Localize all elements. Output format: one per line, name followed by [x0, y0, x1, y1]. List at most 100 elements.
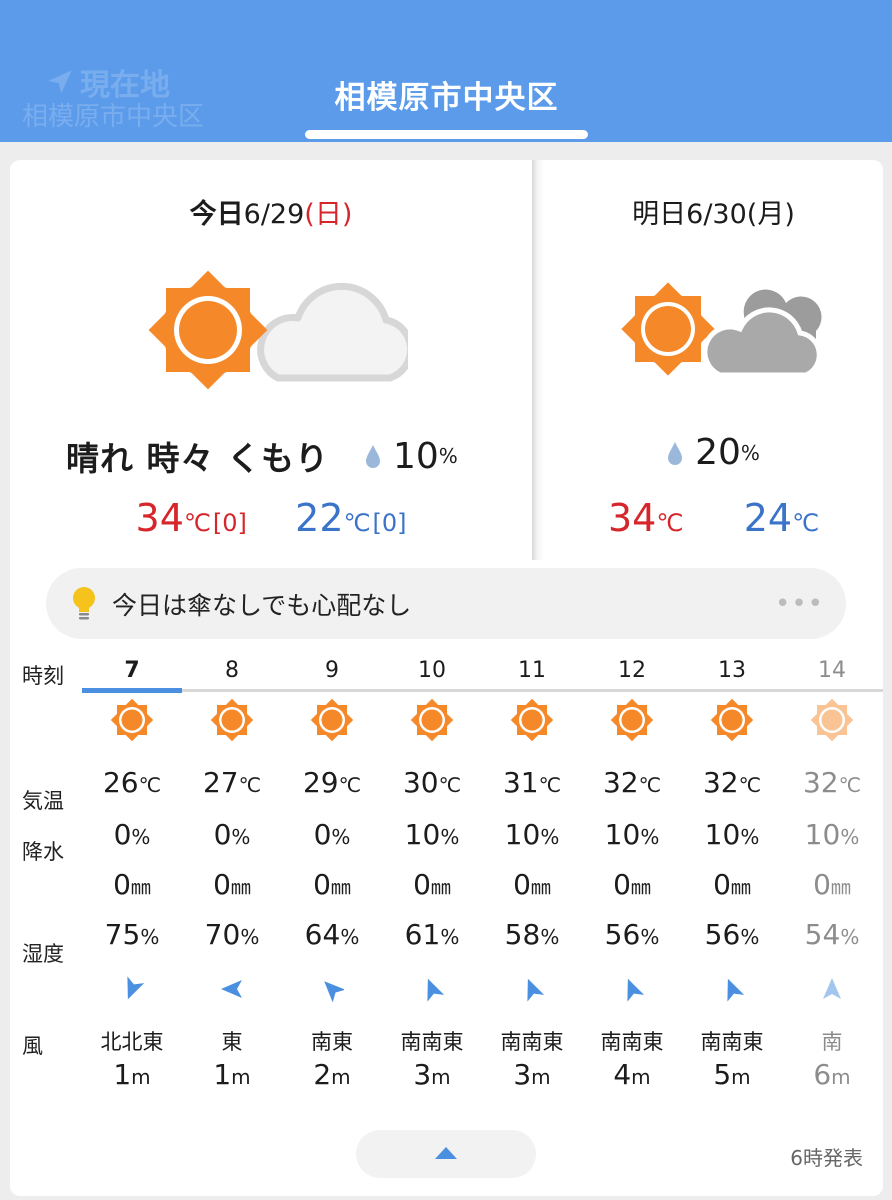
wind-arrow-icon: [324, 981, 344, 1002]
wind-arrow-icon: [427, 978, 444, 1002]
temp-cell: 29℃: [302, 766, 362, 799]
temp-cell: 26℃: [102, 766, 162, 799]
today-low: 22℃[0]: [295, 496, 407, 540]
wind-arrow-icon: [527, 978, 544, 1002]
today-condition: 晴れ 時々 くもり: [66, 439, 329, 478]
today-forecast[interactable]: 今日6/29(日) 晴れ 時々 くもり 10% 34℃[0] 22℃[0]: [10, 160, 532, 560]
wind-arrow-icon: [823, 978, 841, 999]
day-divider: [532, 160, 544, 560]
raindrop-icon: [365, 445, 380, 468]
umbrella-advice[interactable]: 今日は傘なしでも心配なし •••: [46, 568, 846, 639]
hour-column[interactable]: 7 26℃ 0% 0㎜ 75% 北北東 1m: [82, 648, 182, 1108]
today-weekday: (日): [304, 199, 353, 230]
more-icon[interactable]: •••: [775, 589, 824, 619]
tomorrow-date: 明日6/30(月): [632, 199, 795, 230]
hour-label: 10: [418, 658, 446, 683]
temp-cell: 32℃: [802, 766, 862, 799]
wind-direction: 南南東: [600, 1030, 664, 1054]
hourly-forecast[interactable]: 7 26℃ 0% 0㎜ 75% 北北東 1m 8 27℃ 0% 0㎜ 70% 東…: [82, 648, 882, 1108]
temp-cell: 32℃: [602, 766, 662, 799]
sun-with-cloud-icon: [148, 270, 408, 390]
hour-label: 7: [124, 658, 140, 683]
mm-cell: 0㎜: [513, 868, 551, 901]
wind-direction: 南南東: [700, 1030, 764, 1054]
collapse-button[interactable]: [356, 1130, 536, 1178]
wind-speed: 1m: [113, 1058, 151, 1091]
humidity-cell: 58%: [504, 918, 560, 951]
humidity-cell: 54%: [804, 918, 860, 951]
today-condition-row: 晴れ 時々 くもり 10%: [66, 432, 486, 480]
precip-cell: 0%: [213, 818, 251, 851]
temp-cell: 31℃: [502, 766, 562, 799]
hour-label: 12: [618, 658, 646, 683]
temp-cell: 30℃: [402, 766, 462, 799]
app-header: 現在地 相模原市中央区 相模原市中央区: [0, 0, 892, 142]
precip-cell: 10%: [604, 818, 660, 851]
humidity-cell: 70%: [204, 918, 260, 951]
wind-direction: 南南東: [400, 1030, 464, 1054]
tomorrow-temps: 34℃ 24℃: [544, 496, 883, 540]
sun-icon: [610, 698, 654, 742]
humidity-cell: 64%: [304, 918, 360, 951]
sun-icon: [710, 698, 754, 742]
wind-arrow-icon: [627, 978, 644, 1002]
forecast-card: 今日6/29(日) 晴れ 時々 くもり 10% 34℃[0] 22℃[0] 明日…: [10, 160, 883, 1196]
precip-cell: 10%: [704, 818, 760, 851]
hour-column[interactable]: 9 29℃ 0% 0㎜ 64% 南東 2m: [282, 648, 382, 1108]
mm-cell: 0㎜: [213, 868, 251, 901]
sun-icon: [510, 698, 554, 742]
wind-speed: 6m: [813, 1058, 851, 1091]
wind-direction: 南東: [311, 1030, 353, 1054]
hour-label: 13: [718, 658, 746, 683]
label-time: 時刻: [22, 664, 64, 688]
wind-speed: 2m: [313, 1058, 351, 1091]
wind-arrow-icon: [127, 976, 144, 1000]
lightbulb-icon: [73, 586, 95, 619]
issued-time: 6時発表: [790, 1146, 863, 1170]
wind-direction: 東: [221, 1030, 243, 1054]
precip-cell: 10%: [404, 818, 460, 851]
hour-column[interactable]: 14 32℃ 10% 0㎜ 54% 南 6m: [782, 648, 882, 1108]
wind-speed: 4m: [613, 1058, 651, 1091]
mm-cell: 0㎜: [413, 868, 451, 901]
raindrop-icon: [668, 441, 683, 465]
wind-speed: 5m: [713, 1058, 751, 1091]
mm-cell: 0㎜: [313, 868, 351, 901]
label-temp: 気温: [22, 789, 64, 813]
sun-icon: [410, 698, 454, 742]
hour-label: 9: [325, 658, 339, 683]
hour-label: 11: [518, 658, 546, 683]
active-tab-indicator: [305, 130, 588, 139]
hour-column[interactable]: 10 30℃ 10% 0㎜ 61% 南南東 3m: [382, 648, 482, 1108]
sun-icon: [310, 698, 354, 742]
tomorrow-rain-row: 20%: [544, 432, 883, 473]
sun-icon: [810, 698, 854, 742]
wind-speed: 3m: [413, 1058, 451, 1091]
tomorrow-high: 34℃: [607, 496, 684, 540]
wind-direction: 南南東: [500, 1030, 564, 1054]
label-humidity: 湿度: [22, 942, 64, 966]
wind-arrow-icon: [727, 978, 744, 1002]
wind-direction: 北北東: [100, 1030, 164, 1054]
precip-cell: 10%: [504, 818, 560, 851]
precip-cell: 0%: [113, 818, 151, 851]
hour-column[interactable]: 12 32℃ 10% 0㎜ 56% 南南東 4m: [582, 648, 682, 1108]
precip-cell: 0%: [313, 818, 351, 851]
chevron-up-icon: [435, 1147, 457, 1159]
sun-with-gray-cloud-icon: [621, 282, 822, 378]
tomorrow-forecast[interactable]: 明日6/30(月) 20% 34℃ 24℃: [544, 160, 883, 560]
hour-column[interactable]: 11 31℃ 10% 0㎜ 58% 南南東 3m: [482, 648, 582, 1108]
mm-cell: 0㎜: [813, 868, 851, 901]
tomorrow-low: 24℃: [743, 496, 820, 540]
label-wind: 風: [22, 1034, 43, 1058]
today-temps: 34℃[0] 22℃[0]: [10, 496, 532, 540]
temp-cell: 32℃: [702, 766, 762, 799]
wind-speed: 1m: [213, 1058, 251, 1091]
hour-column[interactable]: 13 32℃ 10% 0㎜ 56% 南南東 5m: [682, 648, 782, 1108]
advice-text: 今日は傘なしでも心配なし: [112, 590, 412, 620]
location-arrow-icon: [48, 70, 72, 94]
tab-city[interactable]: 相模原市中央区: [305, 72, 588, 117]
today-date: 今日6/29(日): [189, 199, 353, 230]
hour-column[interactable]: 8 27℃ 0% 0㎜ 70% 東 1m: [182, 648, 282, 1108]
hour-label: 14: [818, 658, 846, 683]
